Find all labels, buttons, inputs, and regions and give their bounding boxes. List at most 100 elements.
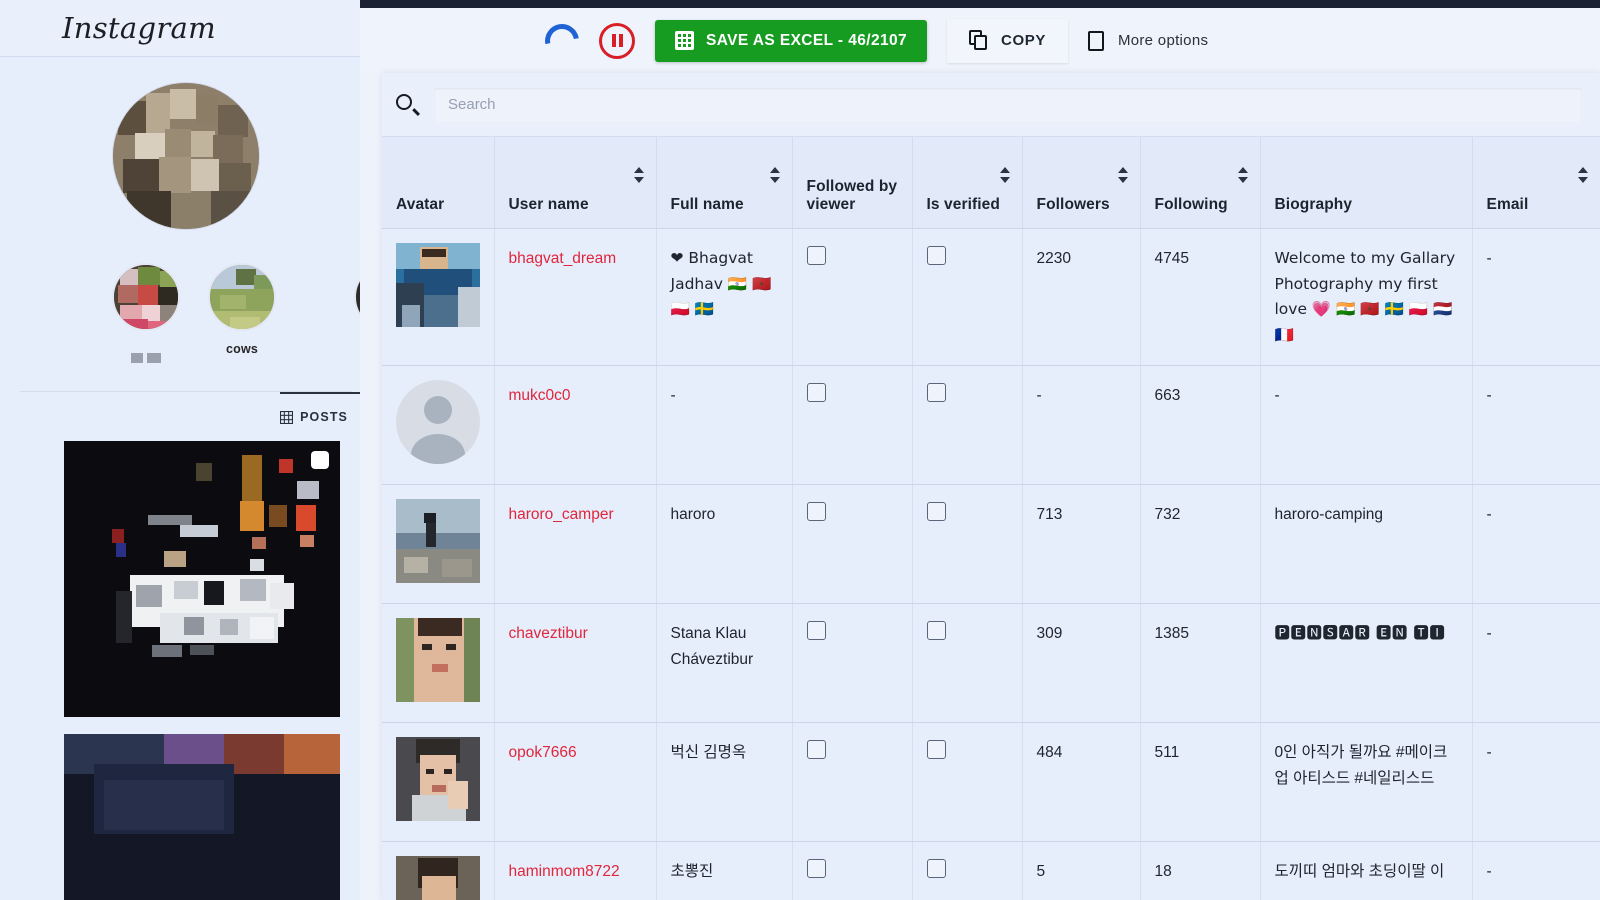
table-row[interactable]: chaveztibur Stana Klau Cháveztibur 309 1… xyxy=(382,603,1600,724)
avatar[interactable] xyxy=(396,856,480,900)
followed-by-viewer-checkbox[interactable] xyxy=(806,502,826,522)
sort-icon[interactable] xyxy=(999,167,1010,183)
tab-posts[interactable]: POSTS xyxy=(280,392,372,424)
story-highlight-item[interactable] xyxy=(112,263,180,363)
column-header-user-name[interactable]: User name xyxy=(494,136,657,229)
profile-avatar[interactable] xyxy=(113,83,259,229)
cell-email: - xyxy=(1472,228,1600,367)
column-header-biography[interactable]: Biography xyxy=(1260,136,1473,229)
sort-icon[interactable] xyxy=(769,167,780,183)
cell-biography: - xyxy=(1260,365,1473,486)
post-thumbnail[interactable] xyxy=(64,734,340,900)
cell-user-name[interactable]: mukc0c0 xyxy=(494,365,657,486)
search-icon xyxy=(396,93,420,116)
cell-user-name[interactable]: opok7666 xyxy=(494,722,657,843)
avatar[interactable] xyxy=(396,380,480,465)
cell-avatar xyxy=(382,841,495,900)
pause-circle-icon xyxy=(611,34,623,47)
column-header-email[interactable]: Email xyxy=(1472,136,1600,229)
avatar[interactable] xyxy=(396,618,480,703)
is-verified-checkbox[interactable] xyxy=(926,740,946,760)
column-label: Avatar xyxy=(396,196,445,213)
followed-by-viewer-checkbox[interactable] xyxy=(806,246,826,265)
cell-followed-by-viewer[interactable] xyxy=(792,841,913,900)
search-input[interactable] xyxy=(434,87,1582,122)
cell-followers: 5 xyxy=(1022,841,1141,900)
column-header-avatar[interactable]: Avatar xyxy=(382,136,495,229)
is-verified-checkbox[interactable] xyxy=(926,383,946,403)
cell-email: - xyxy=(1472,841,1600,900)
cell-is-verified[interactable] xyxy=(912,722,1023,843)
search-bar xyxy=(382,73,1600,136)
story-highlight-cover[interactable] xyxy=(112,263,180,331)
followed-by-viewer-checkbox[interactable] xyxy=(806,383,826,403)
followed-by-viewer-checkbox[interactable] xyxy=(806,621,826,641)
sort-icon[interactable] xyxy=(1577,167,1588,183)
followed-by-viewer-checkbox[interactable] xyxy=(806,740,826,760)
pause-button[interactable] xyxy=(599,22,635,59)
column-header-followed-by-viewer[interactable]: Followed by viewer xyxy=(792,136,913,229)
column-header-full-name[interactable]: Full name xyxy=(656,136,793,229)
user-name-link[interactable]: haroro_camper xyxy=(509,506,614,523)
sort-icon[interactable] xyxy=(1117,167,1128,183)
results-table-wrapper[interactable]: Avatar User name Full name Followed by v… xyxy=(382,136,1600,900)
cell-is-verified[interactable] xyxy=(912,484,1023,605)
cell-biography: 🅿🅴🅽🆂🅰🆁 🅴🅽 🆃🅸 xyxy=(1260,603,1473,724)
cell-avatar xyxy=(382,228,495,367)
column-header-is-verified[interactable]: Is verified xyxy=(912,136,1023,229)
table-row[interactable]: mukc0c0 - - 663 - - xyxy=(382,365,1600,486)
sort-icon[interactable] xyxy=(1237,167,1248,183)
table-row[interactable]: haminmom8722 초뽕진 5 18 도끼띠 엄마와 초딩이딸 이 - xyxy=(382,841,1600,900)
cell-biography: Welcome to my Gallary Photography my fir… xyxy=(1260,228,1473,367)
cell-user-name[interactable]: haroro_camper xyxy=(494,484,657,605)
excel-grid-icon xyxy=(675,31,694,50)
cell-full-name: - xyxy=(656,365,793,486)
cell-is-verified[interactable] xyxy=(912,841,1023,900)
user-name-link[interactable]: chaveztibur xyxy=(509,625,588,642)
table-row[interactable]: opok7666 벅신 김명옥 484 511 0인 아직가 될까요 #메이크업… xyxy=(382,722,1600,843)
column-header-following[interactable]: Following xyxy=(1140,136,1261,229)
cell-is-verified[interactable] xyxy=(912,228,1023,367)
story-highlight-label xyxy=(112,342,180,363)
cell-followers: - xyxy=(1022,365,1141,486)
followed-by-viewer-checkbox[interactable] xyxy=(806,859,826,879)
avatar[interactable] xyxy=(396,737,480,822)
more-options-button[interactable]: More options xyxy=(1087,30,1209,51)
column-header-followers[interactable]: Followers xyxy=(1022,136,1141,229)
cell-followed-by-viewer[interactable] xyxy=(792,365,913,486)
instagram-logo: Instagram xyxy=(62,11,216,45)
table-row[interactable]: haroro_camper haroro 713 732 haroro-camp… xyxy=(382,484,1600,605)
cell-user-name[interactable]: bhagvat_dream xyxy=(494,228,657,367)
copy-button[interactable]: COPY xyxy=(947,18,1068,63)
more-options-label: More options xyxy=(1117,32,1209,49)
cell-followed-by-viewer[interactable] xyxy=(792,722,913,843)
cell-followed-by-viewer[interactable] xyxy=(792,228,913,367)
user-name-link[interactable]: mukc0c0 xyxy=(509,387,571,404)
cell-full-name: 초뽕진 xyxy=(656,841,793,900)
is-verified-checkbox[interactable] xyxy=(926,502,946,522)
save-as-excel-button[interactable]: SAVE AS EXCEL - 46/2107 xyxy=(655,19,928,62)
profile-avatar-container xyxy=(0,83,372,229)
table-row[interactable]: bhagvat_dream ❤ Bhagvat Jadhav 🇮🇳 🇲🇦 🇵🇱 … xyxy=(382,228,1600,367)
story-highlight-cover[interactable] xyxy=(208,263,276,331)
user-name-link[interactable]: haminmom8722 xyxy=(509,863,620,880)
avatar[interactable] xyxy=(396,499,480,584)
cell-followed-by-viewer[interactable] xyxy=(792,484,913,605)
post-thumbnail[interactable] xyxy=(64,441,340,717)
is-verified-checkbox[interactable] xyxy=(926,621,946,641)
cell-user-name[interactable]: haminmom8722 xyxy=(494,841,657,900)
cell-user-name[interactable]: chaveztibur xyxy=(494,603,657,724)
column-label: Is verified xyxy=(926,196,1000,213)
cell-is-verified[interactable] xyxy=(912,603,1023,724)
user-name-link[interactable]: opok7666 xyxy=(509,744,577,761)
cell-is-verified[interactable] xyxy=(912,365,1023,486)
user-name-link[interactable]: bhagvat_dream xyxy=(509,250,617,267)
cell-followers: 484 xyxy=(1022,722,1141,843)
sort-icon[interactable] xyxy=(633,167,644,183)
is-verified-checkbox[interactable] xyxy=(926,246,946,265)
avatar[interactable] xyxy=(396,243,480,327)
story-highlights: cows xyxy=(0,229,372,363)
is-verified-checkbox[interactable] xyxy=(926,859,946,879)
cell-followed-by-viewer[interactable] xyxy=(792,603,913,724)
story-highlight-item[interactable]: cows xyxy=(208,263,276,356)
